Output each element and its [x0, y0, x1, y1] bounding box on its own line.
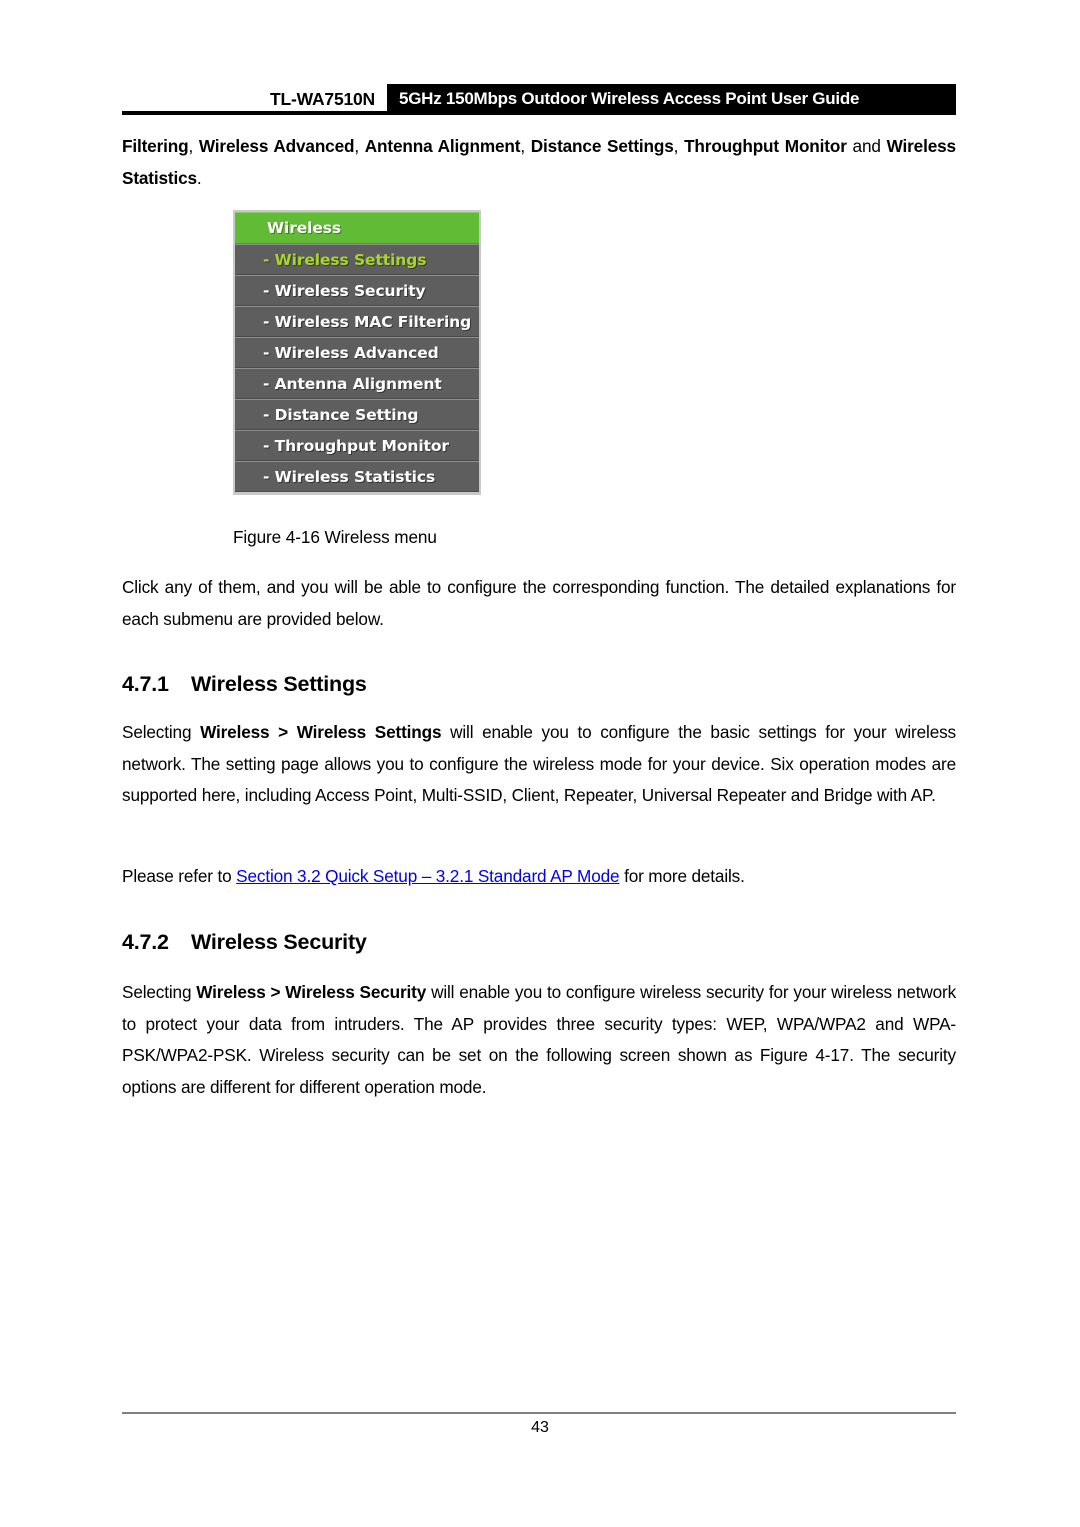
- menu-header-wireless[interactable]: Wireless: [235, 212, 479, 244]
- heading-4-7-2-title: Wireless Security: [191, 930, 367, 954]
- heading-4-7-1-title: Wireless Settings: [191, 672, 367, 696]
- refer-paragraph: Please refer to Section 3.2 Quick Setup …: [122, 861, 956, 893]
- menu-item-antenna-alignment[interactable]: - Antenna Alignment: [235, 368, 479, 399]
- menu-item-wireless-security[interactable]: - Wireless Security: [235, 275, 479, 306]
- refer-prefix-text: Please refer to: [122, 866, 237, 886]
- menu-item-wireless-settings[interactable]: - Wireless Settings: [235, 244, 479, 275]
- running-header: TL-WA7510N 5GHz 150Mbps Outdoor Wireless…: [122, 84, 956, 114]
- heading-4-7-1: 4.7.1 Wireless Settings: [122, 672, 956, 697]
- header-model-name: TL-WA7510N: [122, 84, 387, 114]
- page-number: 43: [531, 1419, 549, 1436]
- menu-item-wireless-statistics[interactable]: - Wireless Statistics: [235, 461, 479, 492]
- footer-divider-rule: [122, 1412, 956, 1414]
- cross-reference-link[interactable]: Section 3.2 Quick Setup – 3.2.1 Standard…: [236, 866, 619, 886]
- menu-item-wireless-mac-filtering[interactable]: - Wireless MAC Filtering: [235, 306, 479, 337]
- heading-4-7-1-number: 4.7.1: [122, 672, 169, 696]
- wireless-menu-figure: Wireless - Wireless Settings - Wireless …: [233, 210, 481, 495]
- menu-item-throughput-monitor[interactable]: - Throughput Monitor: [235, 430, 479, 461]
- click-any-paragraph: Click any of them, and you will be able …: [122, 577, 956, 629]
- wireless-settings-paragraph: Selecting Wireless > Wireless Settings w…: [122, 722, 956, 805]
- lead-paragraph: Filtering, Wireless Advanced, Antenna Al…: [122, 136, 956, 188]
- document-page: TL-WA7510N 5GHz 150Mbps Outdoor Wireless…: [0, 0, 1080, 1527]
- header-divider-rule: [122, 111, 956, 115]
- refer-suffix-text: for more details.: [619, 866, 745, 886]
- menu-item-wireless-advanced[interactable]: - Wireless Advanced: [235, 337, 479, 368]
- figure-caption: Figure 4-16 Wireless menu: [233, 527, 437, 547]
- header-document-title: 5GHz 150Mbps Outdoor Wireless Access Poi…: [387, 84, 956, 114]
- menu-item-distance-setting[interactable]: - Distance Setting: [235, 399, 479, 430]
- heading-4-7-2: 4.7.2 Wireless Security: [122, 930, 956, 955]
- wireless-security-paragraph: Selecting Wireless > Wireless Security w…: [122, 982, 957, 1097]
- heading-4-7-2-number: 4.7.2: [122, 930, 169, 954]
